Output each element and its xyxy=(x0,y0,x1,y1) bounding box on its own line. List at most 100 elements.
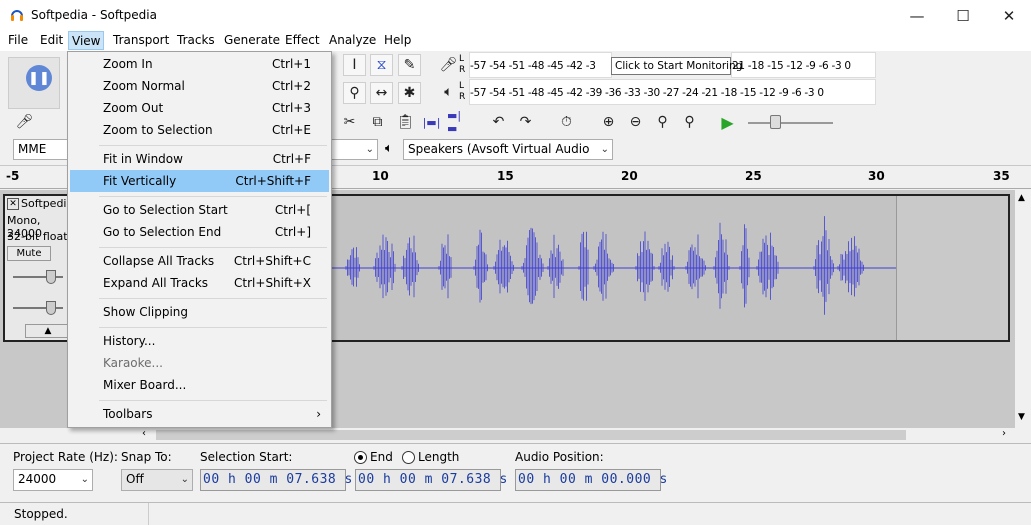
pan-slider-thumb[interactable] xyxy=(46,301,56,315)
asterisk-icon: ✱ xyxy=(403,85,416,101)
menu-file[interactable]: File xyxy=(5,31,31,51)
track-name-button[interactable]: Softpedia xyxy=(21,197,73,210)
menu-separator xyxy=(99,145,327,146)
paste-icon: 📋︎ xyxy=(396,114,415,130)
fit-selection-button[interactable]: ⚲ xyxy=(651,111,674,133)
track-bit-depth: 32-bit float xyxy=(7,230,68,243)
close-icon: ✕ xyxy=(9,199,17,209)
menu-separator xyxy=(99,327,327,328)
menu-edit[interactable]: Edit xyxy=(37,31,66,51)
ruler-tick: 35 xyxy=(993,169,1010,183)
menu-item-mixer-board[interactable]: Mixer Board... xyxy=(70,374,329,396)
close-button[interactable]: ✕ xyxy=(986,0,1031,31)
play-speed-slider-thumb[interactable] xyxy=(770,115,781,129)
redo-button[interactable]: ↷ xyxy=(514,111,537,133)
trim-audio-button[interactable]: |▬| xyxy=(420,111,443,133)
zoom-fit-icon: ⚲ xyxy=(684,114,695,130)
menu-item-fit-vertically[interactable]: Fit Vertically Ctrl+Shift+F xyxy=(70,170,329,192)
menu-item-show-clipping[interactable]: Show Clipping xyxy=(70,301,329,323)
menu-transport[interactable]: Transport xyxy=(110,31,172,51)
length-label: Length xyxy=(418,450,460,464)
envelope-tool-button[interactable]: ⧖ xyxy=(370,54,393,76)
menu-item-zoom-to-selection[interactable]: Zoom to Selection Ctrl+E xyxy=(70,119,329,141)
menu-item-collapse-all-tracks[interactable]: Collapse All Tracks Ctrl+Shift+C xyxy=(70,250,329,272)
recording-volume-icon: 🎤︎ xyxy=(13,111,36,133)
menu-item-zoom-normal[interactable]: Zoom Normal Ctrl+2 xyxy=(70,75,329,97)
pause-button[interactable]: ❚❚ xyxy=(26,65,52,91)
length-radio[interactable] xyxy=(402,451,415,464)
zoom-tool-button[interactable]: ⚲ xyxy=(343,82,366,104)
menu-view[interactable]: View xyxy=(68,31,105,50)
record-meter-icon[interactable]: 🎤︎ xyxy=(437,54,460,76)
menu-separator xyxy=(99,400,327,401)
audio-position-time[interactable]: 00 h 00 m 00.000 s xyxy=(515,469,667,491)
window-title: Softpedia - Softpedia xyxy=(31,8,157,22)
snap-to-select[interactable]: Off ⌄ xyxy=(121,469,193,491)
track-close-button[interactable]: ✕ xyxy=(7,198,19,210)
record-meter-scale-right: 21 -18 -15 -12 -9 -6 -3 0 xyxy=(732,60,851,72)
time-shift-tool-button[interactable]: ↔ xyxy=(370,82,393,104)
record-meter-right[interactable]: 21 -18 -15 -12 -9 -6 -3 0 xyxy=(731,52,876,78)
menu-item-zoom-in[interactable]: Zoom In Ctrl+1 xyxy=(70,53,329,75)
menu-item-expand-all-tracks[interactable]: Expand All Tracks Ctrl+Shift+X xyxy=(70,272,329,294)
playback-meter-icon[interactable]: 🔈︎ xyxy=(437,81,460,103)
menu-tracks[interactable]: Tracks xyxy=(174,31,218,51)
recording-device-select[interactable]: ⌄ xyxy=(330,139,378,160)
menu-item-go-to-selection-start[interactable]: Go to Selection Start Ctrl+[ xyxy=(70,199,329,221)
scroll-right-icon[interactable]: › xyxy=(1002,428,1006,439)
pause-icon: ❚❚ xyxy=(28,70,50,86)
menu-item-fit-in-window[interactable]: Fit in Window Ctrl+F xyxy=(70,148,329,170)
close-icon: ✕ xyxy=(1002,6,1016,25)
minimize-button[interactable]: — xyxy=(894,0,940,31)
silence-audio-button[interactable]: ✂ xyxy=(338,111,361,133)
draw-tool-button[interactable]: ✎ xyxy=(398,54,421,76)
selection-start-time[interactable]: 00 h 00 m 07.638 s xyxy=(200,469,352,491)
paste-button[interactable]: 📋︎ xyxy=(394,111,417,133)
copy-button[interactable]: ⧉ xyxy=(366,111,389,133)
pencil-icon: ✎ xyxy=(403,57,416,73)
menu-item-zoom-out[interactable]: Zoom Out Ctrl+3 xyxy=(70,97,329,119)
record-meter-scale: -57 -54 -51 -48 -45 -42 -3 xyxy=(470,60,596,72)
playback-device-select[interactable]: Speakers (Avsoft Virtual Audio ⌄ xyxy=(403,139,613,160)
selection-end-time[interactable]: 00 h 00 m 07.638 s xyxy=(355,469,507,491)
scroll-down-icon[interactable]: ▼ xyxy=(1018,412,1025,422)
zoom-out-button[interactable]: ⊖ xyxy=(624,111,647,133)
play-at-speed-button[interactable]: ▶ xyxy=(716,111,739,133)
silence-wave-icon: ▬|▬ xyxy=(447,109,462,135)
fit-project-button[interactable]: ⚲ xyxy=(678,111,701,133)
zoom-in-button[interactable]: ⊕ xyxy=(597,111,620,133)
playback-meter[interactable]: -57 -54 -51 -48 -45 -42 -39 -36 -33 -30 … xyxy=(469,79,876,105)
monitoring-tooltip: Click to Start Monitoring xyxy=(611,57,742,75)
menu-item-label: History... xyxy=(103,334,156,348)
end-radio[interactable] xyxy=(354,451,367,464)
gain-slider-thumb[interactable] xyxy=(46,270,56,284)
selection-tool-button[interactable]: I xyxy=(343,54,366,76)
menu-generate[interactable]: Generate xyxy=(221,31,283,51)
sync-lock-button[interactable]: ⏱︎ xyxy=(555,111,578,133)
maximize-button[interactable]: ☐ xyxy=(940,0,986,31)
menu-item-history[interactable]: History... xyxy=(70,330,329,352)
menu-analyze[interactable]: Analyze xyxy=(326,31,379,51)
undo-button[interactable]: ↶ xyxy=(487,111,510,133)
scroll-left-icon[interactable]: ‹ xyxy=(142,428,146,439)
multi-tool-button[interactable]: ✱ xyxy=(398,82,421,104)
mute-button[interactable]: Mute xyxy=(7,246,51,261)
record-meter[interactable]: -57 -54 -51 -48 -45 -42 -3 xyxy=(469,52,612,78)
audio-host-select[interactable]: MME xyxy=(13,139,69,160)
menu-item-go-to-selection-end[interactable]: Go to Selection End Ctrl+] xyxy=(70,221,329,243)
collapse-track-button[interactable]: ▲ xyxy=(25,324,71,338)
horizontal-scrollbar[interactable]: ‹ › xyxy=(140,428,1015,442)
envelope-icon: ⧖ xyxy=(376,57,387,73)
scroll-up-icon[interactable]: ▲ xyxy=(1018,193,1025,203)
menu-effect[interactable]: Effect xyxy=(282,31,323,51)
horizontal-scroll-thumb[interactable] xyxy=(156,430,906,440)
vertical-scrollbar[interactable]: ▲ ▼ xyxy=(1015,190,1031,428)
collapse-arrow-icon: ▲ xyxy=(44,326,52,336)
silence-selection-button[interactable]: ▬|▬ xyxy=(447,109,470,135)
ruler-tick: 25 xyxy=(745,169,762,183)
playback-device-value: Speakers (Avsoft Virtual Audio xyxy=(408,142,590,156)
menu-help[interactable]: Help xyxy=(381,31,414,51)
menu-item-toolbars[interactable]: Toolbars › xyxy=(70,403,329,425)
menu-item-label: Go to Selection Start xyxy=(103,203,228,217)
project-rate-select[interactable]: 24000 ⌄ xyxy=(13,469,93,491)
